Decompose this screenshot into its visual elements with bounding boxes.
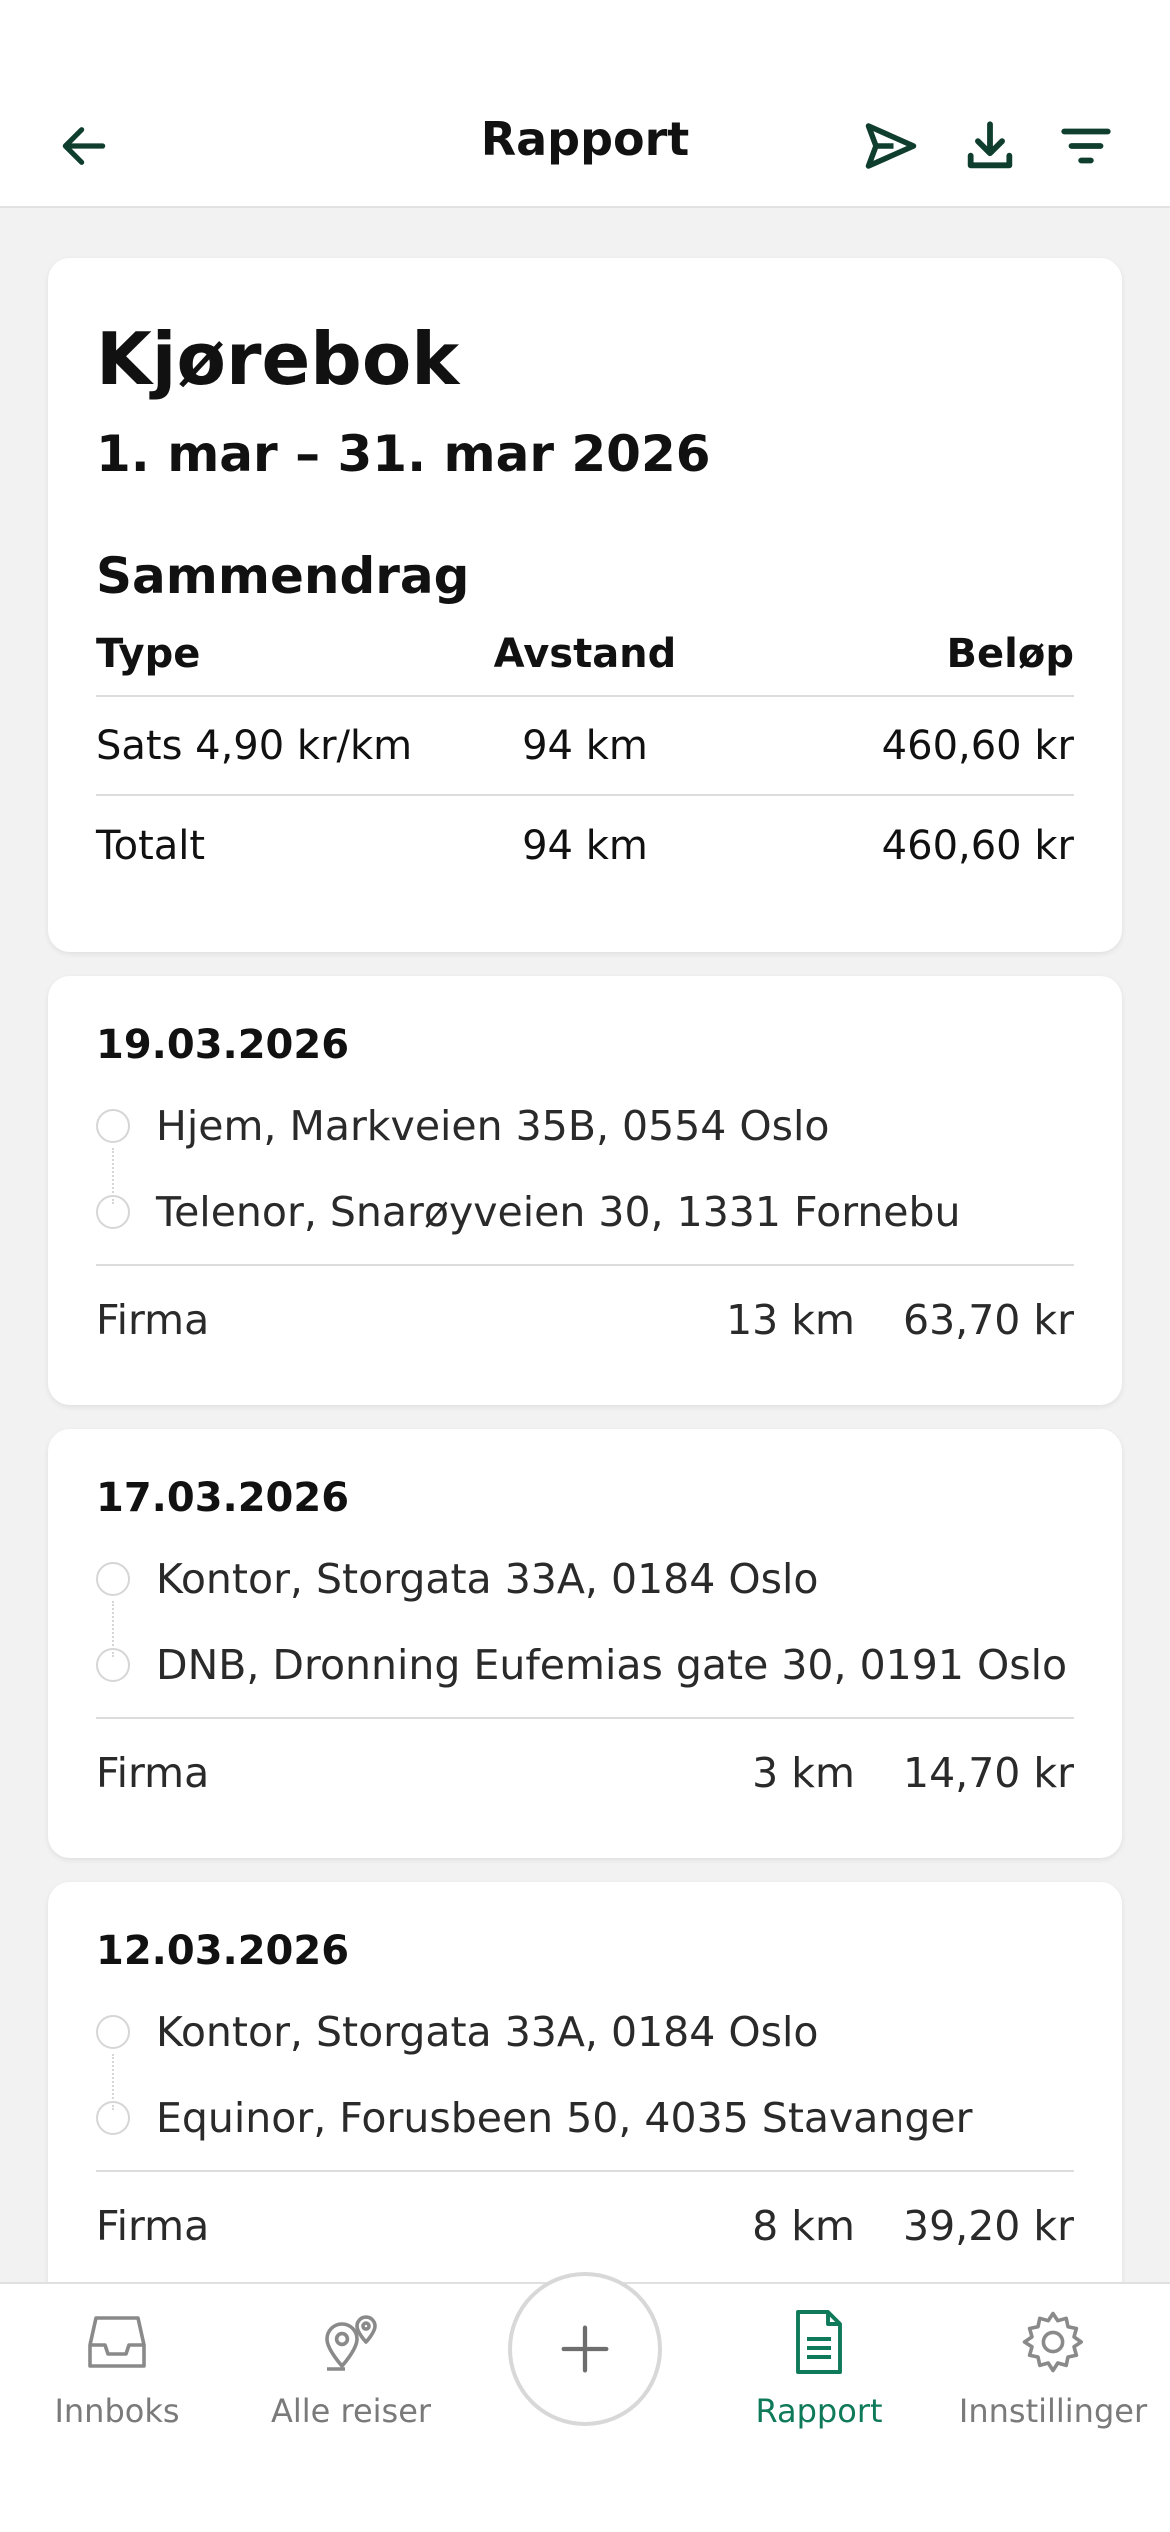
- origin-address: Kontor, Storgata 33A, 0184 Oslo: [156, 1555, 819, 1603]
- add-trip-button[interactable]: [508, 2272, 662, 2426]
- download-icon: [967, 121, 1013, 169]
- trip-origin: Kontor, Storgata 33A, 0184 Oslo: [96, 1994, 1074, 2070]
- trip-footer: Firma 8 km 39,20 kr: [96, 2170, 1074, 2280]
- send-button[interactable]: [855, 110, 927, 182]
- trip-card[interactable]: 12.03.2026 Kontor, Storgata 33A, 0184 Os…: [48, 1882, 1122, 2311]
- trip-distance: 3 km: [752, 1749, 855, 1797]
- origin-dot-icon: [96, 1562, 130, 1596]
- trip-amount: 63,70 kr: [902, 1296, 1074, 1344]
- filter-icon: [1061, 128, 1111, 164]
- report-period: 1. mar – 31. mar 2026: [96, 425, 711, 484]
- trip-distance: 8 km: [752, 2202, 855, 2250]
- summary-distance: 94 km: [522, 822, 648, 869]
- origin-dot-icon: [96, 1109, 130, 1143]
- trip-route: Kontor, Storgata 33A, 0184 Oslo Equinor,…: [96, 1994, 1074, 2160]
- tab-label: Alle reiser: [270, 2392, 432, 2430]
- map-pins-icon: [325, 2315, 377, 2371]
- trip-amount: 14,70 kr: [902, 1749, 1074, 1797]
- tab-label: Innstillinger: [958, 2392, 1148, 2430]
- trip-amount: 39,20 kr: [902, 2202, 1074, 2250]
- trip-route: Hjem, Markveien 35B, 0554 Oslo Telenor, …: [96, 1088, 1074, 1254]
- summary-row-total: Totalt 94 km 460,60 kr: [96, 796, 1074, 895]
- summary-header-row: Type Avstand Beløp: [96, 631, 1074, 698]
- trip-distance: 13 km: [726, 1296, 855, 1344]
- destination-address: Telenor, Snarøyveien 30, 1331 Fornebu: [156, 1188, 961, 1236]
- origin-dot-icon: [96, 2015, 130, 2049]
- filter-button[interactable]: [1050, 110, 1122, 182]
- trip-destination: DNB, Dronning Eufemias gate 30, 0191 Osl…: [96, 1623, 1074, 1707]
- summary-amount: 460,60 kr: [881, 822, 1074, 869]
- summary-heading: Sammendrag: [96, 547, 470, 606]
- column-header-type: Type: [96, 631, 201, 678]
- trip-category: Firma: [96, 1749, 210, 1797]
- summary-amount: 460,60 kr: [881, 722, 1074, 769]
- report-content: Kjørebok 1. mar – 31. mar 2026 Sammendra…: [48, 258, 1122, 2335]
- tab-all-trips[interactable]: Alle reiser: [236, 2302, 466, 2430]
- send-icon: [865, 123, 917, 169]
- inbox-icon: [88, 2316, 146, 2368]
- summary-distance: 94 km: [522, 722, 648, 769]
- trip-date: 12.03.2026: [96, 1928, 350, 1974]
- summary-row-rate: Sats 4,90 kr/km 94 km 460,60 kr: [96, 697, 1074, 797]
- plus-icon: [561, 2325, 609, 2373]
- route-connector: [112, 1148, 114, 1204]
- top-app-bar: Rapport: [0, 80, 1170, 208]
- route-connector: [112, 1601, 114, 1657]
- summary-type: Sats 4,90 kr/km: [96, 722, 413, 769]
- summary-type: Totalt: [96, 822, 206, 869]
- trip-category: Firma: [96, 2202, 210, 2250]
- trip-destination: Telenor, Snarøyveien 30, 1331 Fornebu: [96, 1170, 1074, 1254]
- trip-destination: Equinor, Forusbeen 50, 4035 Stavanger: [96, 2076, 1074, 2160]
- origin-address: Kontor, Storgata 33A, 0184 Oslo: [156, 2008, 819, 2056]
- tab-settings[interactable]: Innstillinger: [938, 2302, 1168, 2430]
- tab-inbox[interactable]: Innboks: [2, 2302, 232, 2430]
- destination-address: Equinor, Forusbeen 50, 4035 Stavanger: [156, 2094, 973, 2142]
- route-connector: [112, 2054, 114, 2110]
- tab-report[interactable]: Rapport: [704, 2302, 934, 2430]
- column-header-amount: Beløp: [946, 631, 1074, 678]
- trip-origin: Kontor, Storgata 33A, 0184 Oslo: [96, 1541, 1074, 1617]
- document-icon: [796, 2310, 842, 2374]
- trip-origin: Hjem, Markveien 35B, 0554 Oslo: [96, 1088, 1074, 1164]
- column-header-distance: Avstand: [493, 631, 677, 678]
- status-bar-area: [0, 0, 1170, 80]
- trip-footer: Firma 13 km 63,70 kr: [96, 1264, 1074, 1374]
- tab-label: Rapport: [755, 2392, 883, 2430]
- trip-card[interactable]: 17.03.2026 Kontor, Storgata 33A, 0184 Os…: [48, 1429, 1122, 1858]
- report-title: Kjørebok: [96, 317, 460, 401]
- trip-date: 17.03.2026: [96, 1475, 350, 1521]
- summary-card: Kjørebok 1. mar – 31. mar 2026 Sammendra…: [48, 258, 1122, 952]
- trip-category: Firma: [96, 1296, 210, 1344]
- download-button[interactable]: [954, 110, 1026, 182]
- trip-date: 19.03.2026: [96, 1022, 350, 1068]
- gear-icon: [1022, 2311, 1083, 2373]
- trip-route: Kontor, Storgata 33A, 0184 Oslo DNB, Dro…: [96, 1541, 1074, 1707]
- origin-address: Hjem, Markveien 35B, 0554 Oslo: [156, 1102, 830, 1150]
- summary-table: Type Avstand Beløp Sats 4,90 kr/km 94 km…: [96, 631, 1074, 895]
- trip-footer: Firma 3 km 14,70 kr: [96, 1717, 1074, 1827]
- trip-card[interactable]: 19.03.2026 Hjem, Markveien 35B, 0554 Osl…: [48, 976, 1122, 1405]
- destination-address: DNB, Dronning Eufemias gate 30, 0191 Osl…: [156, 1641, 1068, 1689]
- tab-label: Innboks: [54, 2392, 180, 2430]
